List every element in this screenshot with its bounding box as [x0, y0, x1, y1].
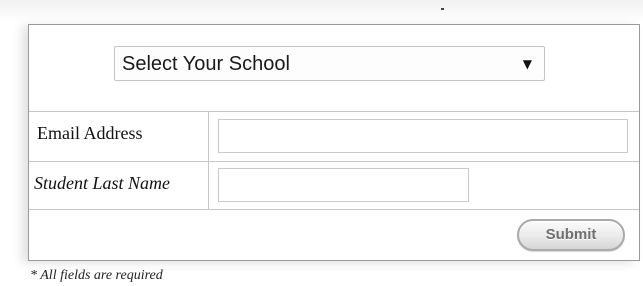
school-select-value: Select Your School [122, 53, 290, 75]
last-name-label: Student Last Name [34, 173, 171, 193]
school-select[interactable]: Select Your School ▼ [114, 46, 545, 81]
submit-label: Submit [545, 226, 597, 243]
last-name-row: Student Last Name [29, 161, 639, 210]
school-login-form: Select Your School ▼ Email Address Stude… [28, 24, 640, 261]
email-row: Email Address [29, 111, 639, 162]
required-fields-note: * All fields are required [30, 268, 163, 283]
column-divider [208, 111, 209, 161]
top-shadow [0, 0, 643, 22]
submit-button[interactable]: Submit [517, 219, 625, 251]
last-name-field[interactable] [218, 168, 469, 202]
school-select-row: Select Your School ▼ [29, 25, 639, 112]
submit-row: Submit [29, 209, 639, 260]
column-divider [208, 161, 209, 209]
chevron-down-icon: ▼ [522, 57, 532, 71]
top-mark [441, 8, 444, 10]
email-field[interactable] [218, 119, 628, 153]
login-page: Select Your School ▼ Email Address Stude… [0, 0, 643, 286]
email-label: Email Address [37, 123, 143, 143]
